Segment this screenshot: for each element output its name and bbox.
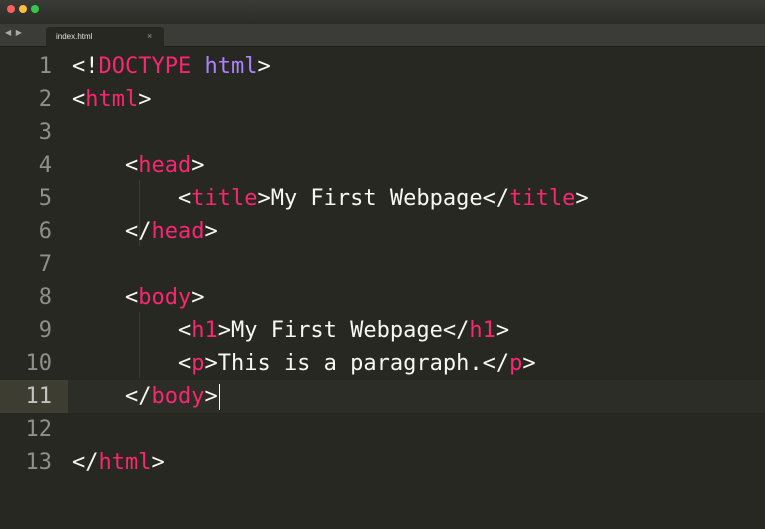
code-text: >My First Webpage</ [257,186,510,211]
code-line[interactable]: 3 [0,116,765,149]
code-text: < [72,351,192,376]
line-code: </body> [72,380,220,413]
syntax-token: body [138,285,192,310]
code-text: > [151,450,165,475]
code-line[interactable]: 1 <!DOCTYPE html> [0,50,765,83]
code-text: >My First Webpage</ [217,318,470,343]
syntax-token: html [98,450,152,475]
tab-index-html[interactable]: index.html × [46,27,164,47]
code-line[interactable]: 10 <p>This is a paragraph.</p> [0,347,765,380]
syntax-token: html [85,87,139,112]
line-number: 8 [38,285,52,310]
line-code: <body> [72,281,205,314]
code-line[interactable]: 8 <body> [0,281,765,314]
close-button[interactable] [7,5,15,13]
syntax-token: html [204,54,258,79]
line-number: 13 [25,450,53,475]
code-editor[interactable]: 1 <!DOCTYPE html> 2 <html> 3 4 <head> 5 <title… [0,48,765,529]
minimize-button[interactable] [19,5,27,13]
code-text: < [72,318,192,343]
line-code: <!DOCTYPE html> [72,50,271,83]
code-line[interactable]: 4 <head> [0,149,765,182]
syntax-token: h1 [191,318,218,343]
syntax-token: title [191,186,258,211]
line-code: <p>This is a paragraph.</p> [72,347,536,380]
line-number: 2 [38,87,52,112]
code-text: <! [72,54,99,79]
code-text: > [204,219,218,244]
code-text: < [72,285,139,310]
code-text: < [72,153,139,178]
code-line[interactable]: 2 <html> [0,83,765,116]
tab-navigation-arrows-icon[interactable]: ◀ ▶ [5,28,23,37]
syntax-token: p [509,351,523,376]
code-text: </ [72,219,152,244]
editor-window: ◀ ▶ index.html × 1 <!DOCTYPE html> 2 <html>… [0,0,765,529]
line-number: 3 [38,120,52,145]
code-text: > [138,87,152,112]
line-code: <title>My First Webpage</title> [72,182,589,215]
code-text: > [191,153,205,178]
code-text: >This is a paragraph.</ [204,351,510,376]
line-number: 12 [25,417,53,442]
line-code: </head> [72,215,218,248]
syntax-token: DOCTYPE [98,54,192,79]
line-number: 4 [38,153,52,178]
line-number: 6 [38,219,52,244]
code-text: > [191,285,205,310]
close-tab-icon[interactable]: × [147,31,152,41]
line-code: </html> [72,446,165,479]
tab-bar: ◀ ▶ index.html × [0,24,765,47]
line-number: 9 [38,318,52,343]
syntax-token: body [151,384,205,409]
code-text: </ [72,384,152,409]
line-number: 10 [25,351,53,376]
code-text: > [575,186,589,211]
code-text: < [72,186,192,211]
line-code: <head> [72,149,205,182]
code-line[interactable]: 7 [0,248,765,281]
code-text: > [257,54,271,79]
code-line[interactable]: 13 </html> [0,446,765,479]
syntax-token: title [509,186,576,211]
title-bar [0,0,765,24]
syntax-token: h1 [469,318,496,343]
code-line[interactable]: 11 </body> [0,380,765,413]
code-line[interactable]: 12 [0,413,765,446]
syntax-token: p [191,351,205,376]
tab-title: index.html [56,32,93,41]
code-line[interactable]: 9 <h1>My First Webpage</h1> [0,314,765,347]
line-number: 5 [38,186,52,211]
syntax-token: head [151,219,205,244]
code-line[interactable]: 5 <title>My First Webpage</title> [0,182,765,215]
line-code: <h1>My First Webpage</h1> [72,314,509,347]
line-number: 1 [38,54,52,79]
zoom-button[interactable] [31,5,39,13]
line-number: 7 [38,252,52,277]
code-text: < [72,87,86,112]
text-cursor [218,384,220,410]
syntax-token: head [138,153,192,178]
code-text: > [495,318,510,343]
code-text: > [522,351,536,376]
code-line[interactable]: 6 </head> [0,215,765,248]
line-number: 11 [25,384,53,409]
code-text: </ [72,450,99,475]
code-text: > [204,384,218,409]
line-code: <html> [72,83,151,116]
